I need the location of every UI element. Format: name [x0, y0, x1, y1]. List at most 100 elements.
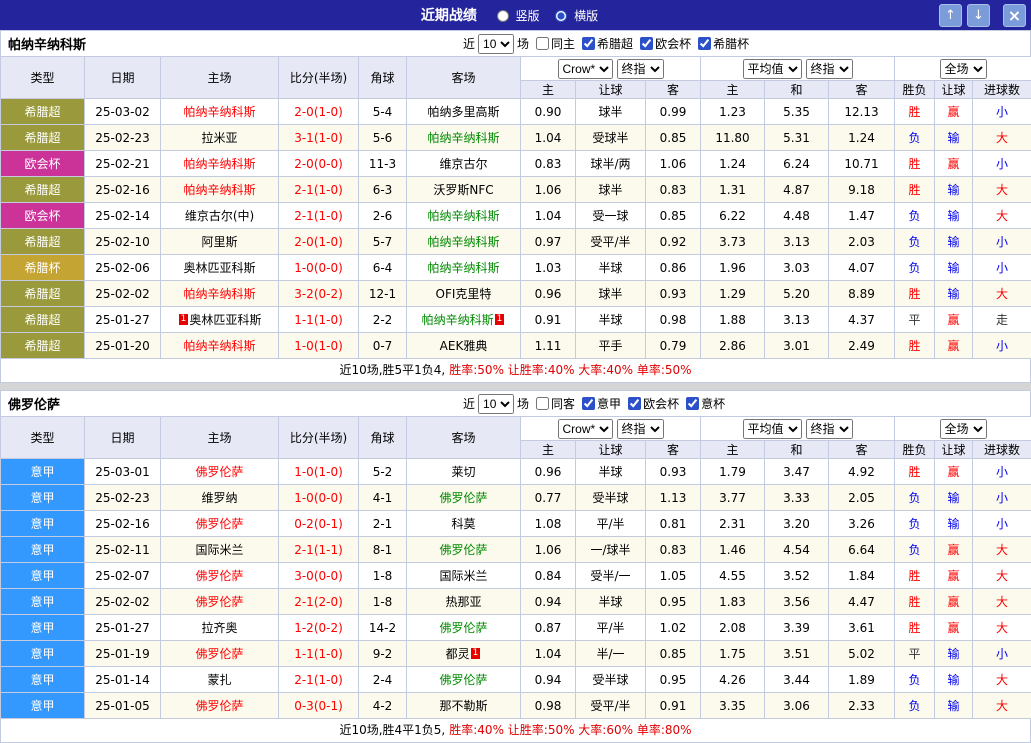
subcol-crown-handicap: 让球 [576, 81, 646, 99]
away-team: 帕纳辛纳科斯1 [407, 307, 521, 333]
league-badge: 意甲 [1, 667, 85, 693]
subcol-crown-away: 客 [646, 441, 701, 459]
bookmaker-select[interactable]: Crow* [558, 59, 613, 79]
league-checkbox[interactable] [628, 397, 641, 410]
bookmaker-select[interactable]: Crow* [558, 419, 613, 439]
league-checkbox[interactable] [686, 397, 699, 410]
filter-league-1[interactable]: 意甲 [582, 395, 621, 412]
crown-handicap: 受半/一 [576, 563, 646, 589]
home-team-name: 帕纳辛纳科斯 [183, 105, 255, 119]
subcol-avg-away: 客 [829, 81, 895, 99]
odds-stage-select[interactable]: 终指 [617, 419, 664, 439]
filter-same-away[interactable]: 同客 [536, 395, 575, 412]
match-score: 2-1(1-0) [279, 203, 359, 229]
result-wdl: 胜 [895, 177, 935, 203]
away-team: 国际米兰 [407, 563, 521, 589]
home-team-name: 维罗纳 [201, 491, 237, 505]
match-score: 1-2(0-2) [279, 615, 359, 641]
league-checkbox[interactable] [582, 37, 595, 50]
result-wdl: 胜 [895, 615, 935, 641]
result-handicap: 输 [935, 281, 973, 307]
same-home-checkbox[interactable] [536, 37, 549, 50]
league-checkbox[interactable] [582, 397, 595, 410]
avg-draw-odds: 5.35 [765, 99, 829, 125]
result-goals: 小 [973, 151, 1031, 177]
corner-score: 9-2 [359, 641, 407, 667]
result-wdl: 胜 [895, 99, 935, 125]
match-row: 希腊超25-02-16帕纳辛纳科斯2-1(1-0)6-3沃罗斯NFC1.06球半… [1, 177, 1031, 203]
match-score: 2-0(1-0) [279, 229, 359, 255]
match-score: 1-0(1-0) [279, 333, 359, 359]
away-team: 维京古尔 [407, 151, 521, 177]
away-team-name: 佛罗伦萨 [439, 621, 487, 635]
result-wdl: 负 [895, 203, 935, 229]
filter-same-home[interactable]: 同主 [536, 35, 575, 52]
avg-home-odds: 4.55 [701, 563, 765, 589]
odds-stage-select[interactable]: 终指 [617, 59, 664, 79]
home-team-name: 佛罗伦萨 [195, 595, 243, 609]
league-badge: 希腊杯 [1, 255, 85, 281]
away-team-name: 帕纳辛纳科斯 [427, 235, 499, 249]
match-count-select[interactable]: 10 [478, 394, 514, 414]
avg-draw-odds: 3.13 [765, 307, 829, 333]
section-header: 佛罗伦萨 近 10 场 同客 意甲 欧会杯 意杯 [0, 390, 1031, 416]
result-handicap: 输 [935, 255, 973, 281]
result-goals: 大 [973, 667, 1031, 693]
crown-away-odds: 0.93 [646, 281, 701, 307]
crown-home-odds: 1.06 [521, 177, 576, 203]
match-scope-select[interactable]: 全场 [940, 419, 987, 439]
team-name: 帕纳辛纳科斯 [8, 34, 208, 53]
result-goals: 大 [973, 281, 1031, 307]
vertical-radio[interactable] [497, 10, 509, 22]
corner-score: 5-4 [359, 99, 407, 125]
league-checkbox[interactable] [640, 37, 653, 50]
same-away-checkbox[interactable] [536, 397, 549, 410]
avg-odds-select[interactable]: 平均值 [743, 59, 802, 79]
crown-home-odds: 1.04 [521, 641, 576, 667]
col-home: 主场 [161, 417, 279, 459]
match-score: 0-3(0-1) [279, 693, 359, 719]
avg-draw-odds: 3.06 [765, 693, 829, 719]
result-wdl: 负 [895, 511, 935, 537]
filter-league-1[interactable]: 希腊超 [582, 35, 633, 52]
match-date: 25-02-21 [85, 151, 161, 177]
corner-score: 1-8 [359, 563, 407, 589]
close-button[interactable]: × [1003, 4, 1026, 27]
filter-league-2[interactable]: 欧会杯 [640, 35, 691, 52]
home-team-name: 佛罗伦萨 [195, 569, 243, 583]
layout-radio-horizontal[interactable]: 横版 [555, 9, 598, 23]
avg-home-odds: 2.86 [701, 333, 765, 359]
match-row: 希腊超25-01-20帕纳辛纳科斯1-0(1-0)0-7AEK雅典1.11平手0… [1, 333, 1031, 359]
crown-home-odds: 0.83 [521, 151, 576, 177]
filter-league-3[interactable]: 意杯 [686, 395, 725, 412]
corner-score: 6-4 [359, 255, 407, 281]
avg-odds-select[interactable]: 平均值 [743, 419, 802, 439]
near-label: 近 [463, 35, 475, 52]
scroll-up-button[interactable]: ↑ [939, 4, 962, 27]
league-checkbox[interactable] [698, 37, 711, 50]
avg-home-odds: 4.26 [701, 667, 765, 693]
titlebar: 近期战绩 竖版 横版 ↑ ↓ × [0, 0, 1031, 30]
avg-stage-select[interactable]: 终指 [806, 419, 853, 439]
avg-home-odds: 3.35 [701, 693, 765, 719]
filter-controls: 近 10 场 同主 希腊超 欧会杯 希腊杯 [463, 34, 749, 54]
match-row: 意甲25-02-02佛罗伦萨2-1(2-0)1-8热那亚0.94半球0.951.… [1, 589, 1031, 615]
match-scope-select[interactable]: 全场 [940, 59, 987, 79]
checkbox-label: 希腊杯 [713, 35, 749, 52]
match-date: 25-02-10 [85, 229, 161, 255]
match-row: 意甲25-01-19佛罗伦萨1-1(1-0)9-2都灵11.04半/一0.851… [1, 641, 1031, 667]
matches-table: 类型 日期 主场 比分(半场) 角球 客场 Crow*终指 平均值终指 全场 主… [0, 416, 1031, 719]
vertical-radio-label: 竖版 [515, 9, 539, 23]
result-goals: 小 [973, 333, 1031, 359]
filter-league-2[interactable]: 欧会杯 [628, 395, 679, 412]
layout-radio-vertical[interactable]: 竖版 [497, 9, 544, 23]
avg-away-odds: 2.03 [829, 229, 895, 255]
filter-league-3[interactable]: 希腊杯 [698, 35, 749, 52]
match-count-select[interactable]: 10 [478, 34, 514, 54]
crown-away-odds: 0.85 [646, 125, 701, 151]
scroll-down-button[interactable]: ↓ [967, 4, 990, 27]
corner-score: 6-3 [359, 177, 407, 203]
avg-draw-odds: 3.39 [765, 615, 829, 641]
avg-stage-select[interactable]: 终指 [806, 59, 853, 79]
horizontal-radio[interactable] [555, 10, 567, 22]
